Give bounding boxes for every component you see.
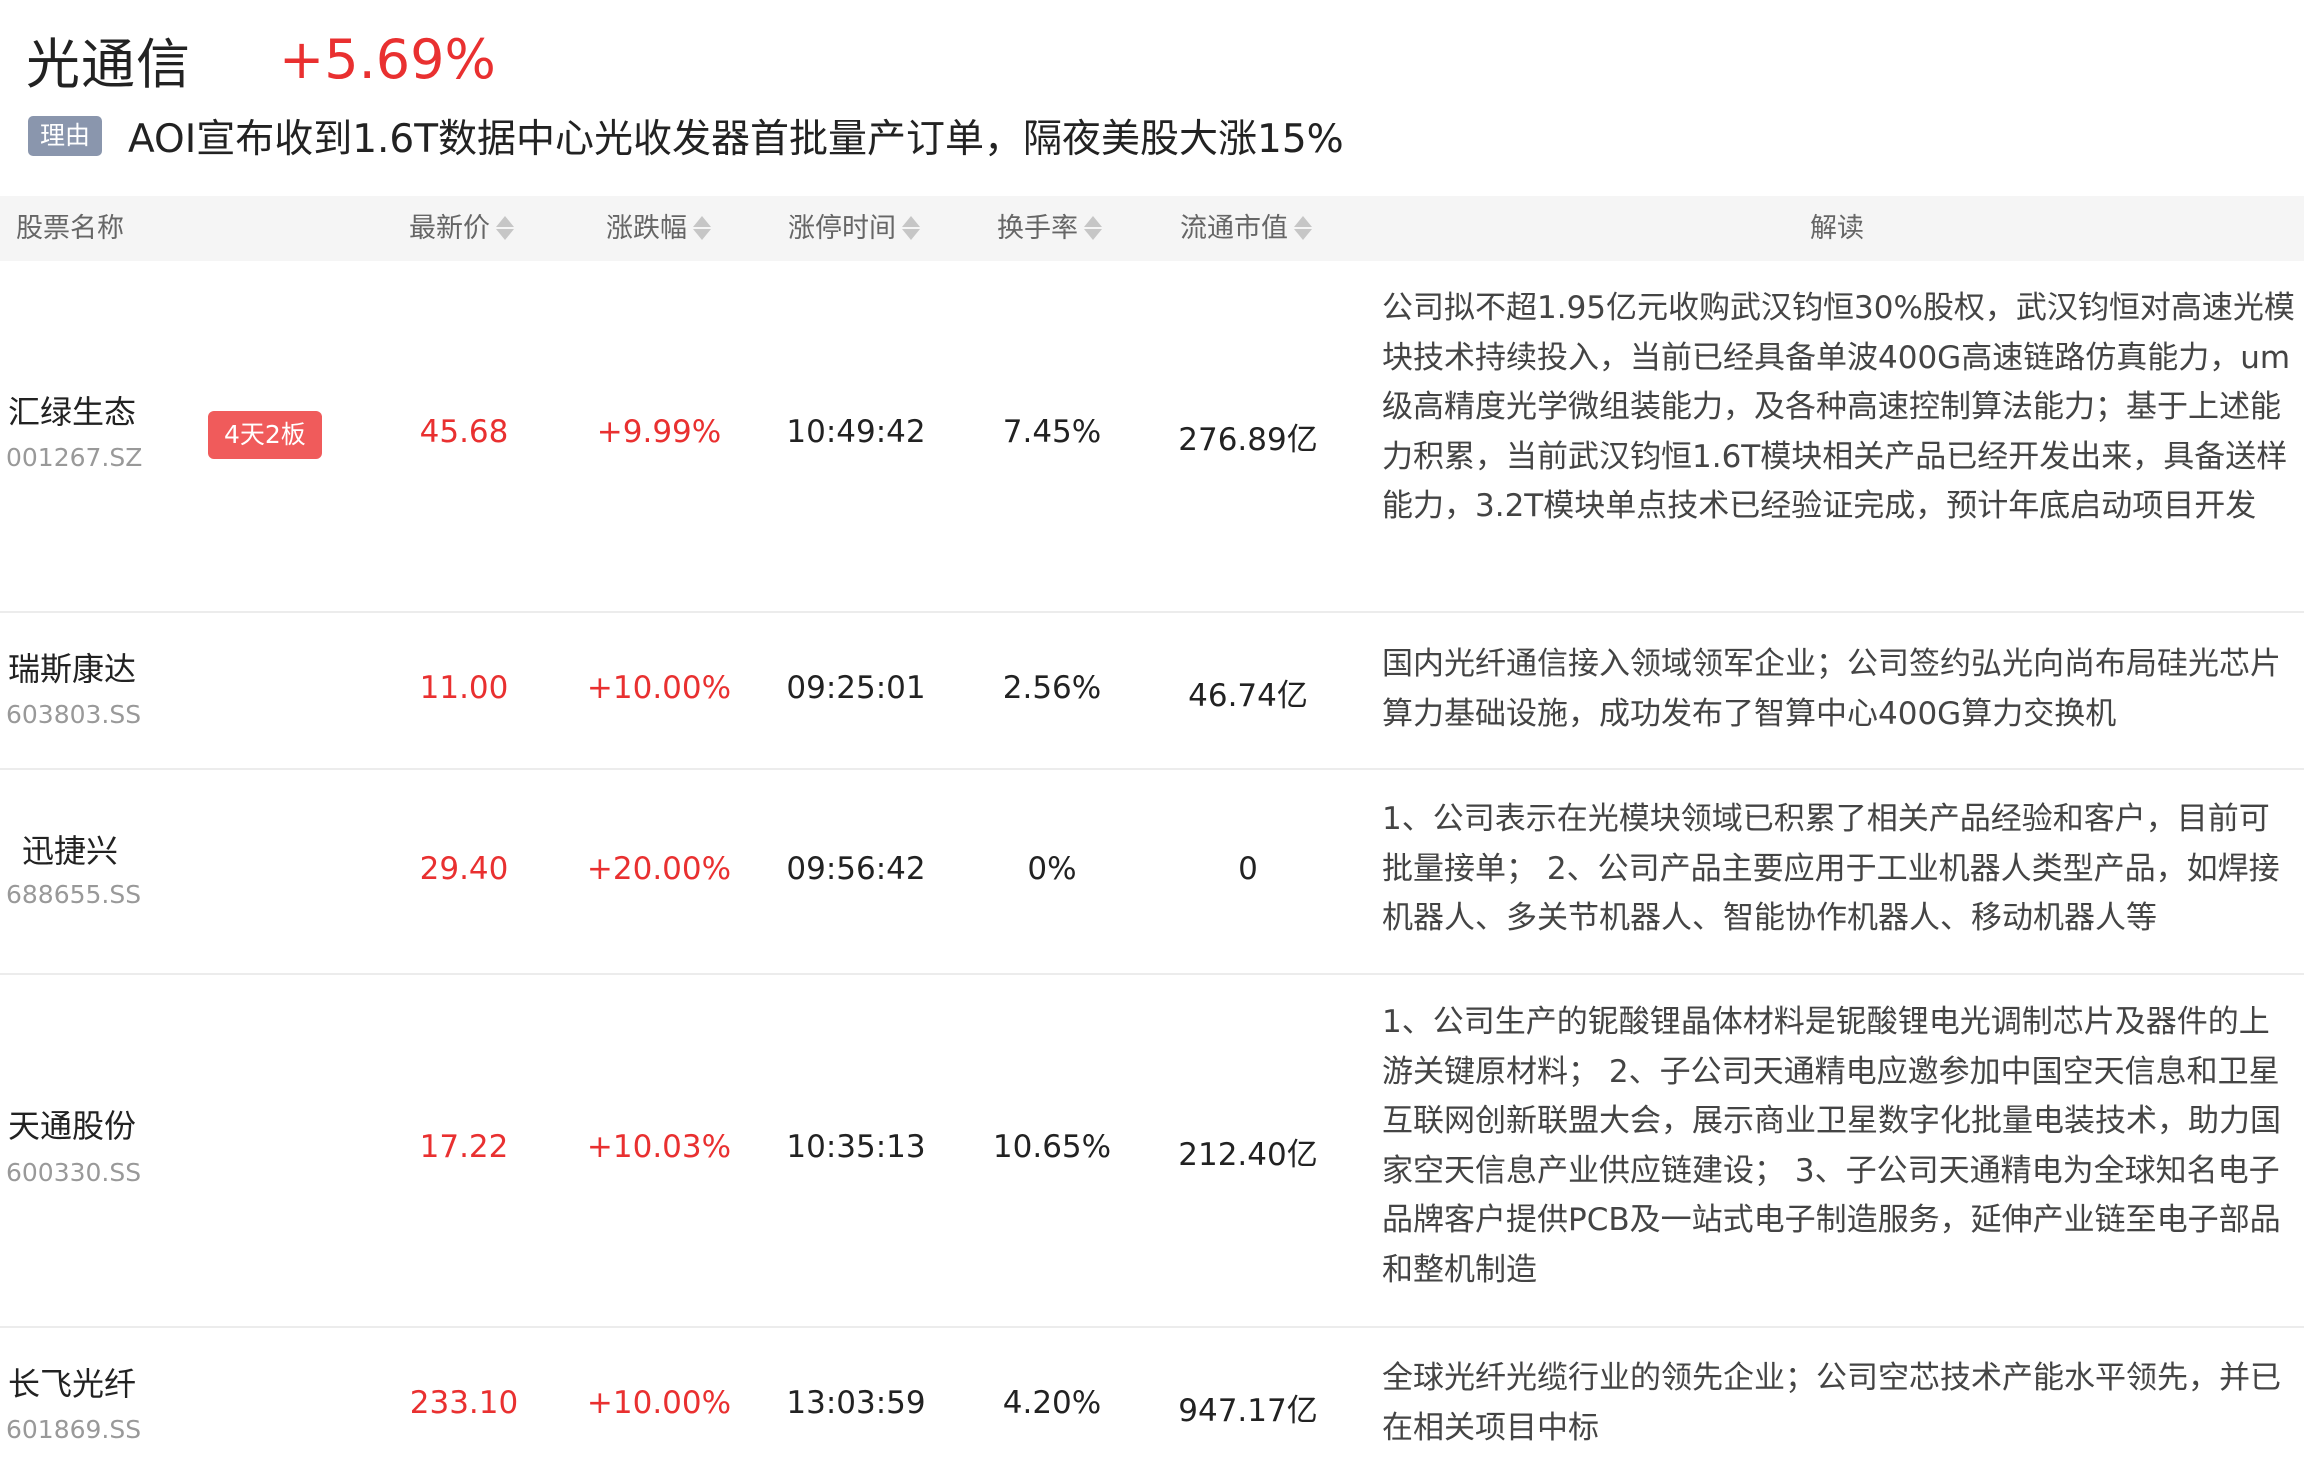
stock-price: 45.68 [419,414,509,450]
header-float-cap-label: 流通市值 [1180,213,1288,244]
sort-icon[interactable] [1292,213,1314,243]
stock-name[interactable]: 瑞斯康达 [8,644,136,690]
limit-time: 10:35:13 [786,1129,926,1165]
header-change-label: 涨跌幅 [606,213,687,244]
stock-analysis: 1、公司生产的铌酸锂晶体材料是铌酸锂电光调制芯片及器件的上游关键原材料； 2、子… [1382,1004,2281,1288]
header-price[interactable]: 最新价 [409,196,516,261]
stock-analysis: 1、公司表示在光模块领域已积累了相关产品经验和客户，目前可批量接单； 2、公司产… [1382,801,2280,937]
float-market-cap: 212.40亿 [1178,1137,1318,1173]
stock-name[interactable]: 天通股份 [8,1101,136,1147]
header-float-cap[interactable]: 流通市值 [1180,196,1314,261]
turnover-rate: 0% [1027,851,1077,887]
sort-icon[interactable] [494,213,516,243]
limit-time: 10:49:42 [786,414,926,450]
float-market-cap: 46.74亿 [1188,678,1308,714]
sector-header: 光通信 +5.69% [26,14,496,104]
sort-icon[interactable] [900,213,922,243]
stock-name[interactable]: 长飞光纤 [8,1359,136,1405]
limit-time: 09:56:42 [786,851,926,887]
stock-change: +9.99% [596,414,722,450]
table-header: 股票名称 最新价 涨跌幅 涨停时间 换手率 流通市值 解读 [0,196,2304,261]
reason-line: 理由 AOI宣布收到1.6T数据中心光收发器首批量产订单，隔夜美股大涨15% [28,108,1344,164]
sector-change: +5.69% [279,27,496,91]
stock-analysis: 全球光纤光缆行业的领先企业；公司空芯技术产能水平领先，并已在相关项目中标 [1382,1360,2281,1446]
stock-analysis: 公司拟不超1.95亿元收购武汉钧恒30%股权，武汉钧恒对高速光模块技术持续投入，… [1382,290,2295,525]
sort-icon[interactable] [1082,213,1104,243]
stock-price: 17.22 [419,1129,509,1165]
header-limit-time-label: 涨停时间 [788,213,896,244]
table-row[interactable]: 长飞光纤 601869.SS 233.10 +10.00% 13:03:59 4… [0,1326,2304,1473]
turnover-rate: 7.45% [1002,414,1102,450]
header-stock-name: 股票名称 [16,213,124,244]
stock-code: 600330.SS [6,1158,142,1187]
stock-change: +10.00% [586,670,732,706]
limit-time: 09:25:01 [786,670,926,706]
header-price-label: 最新价 [409,213,490,244]
stock-name[interactable]: 迅捷兴 [22,826,118,872]
stock-price: 233.10 [409,1385,519,1421]
float-market-cap: 0 [1238,851,1258,887]
float-market-cap: 276.89亿 [1178,422,1318,458]
stock-change: +20.00% [586,851,732,887]
header-turnover-label: 换手率 [997,213,1078,244]
sector-name: 光通信 [26,32,191,96]
stock-code: 603803.SS [6,700,142,729]
stock-price: 11.00 [419,670,509,706]
header-analysis: 解读 [1810,213,1864,244]
stock-name[interactable]: 汇绿生态 [8,387,136,433]
stock-price: 29.40 [419,851,509,887]
header-limit-time[interactable]: 涨停时间 [788,196,922,261]
stock-change: +10.00% [586,1385,732,1421]
reason-tag: 理由 [28,116,103,156]
stock-change: +10.03% [586,1129,732,1165]
stock-code: 688655.SS [6,880,142,909]
turnover-rate: 10.65% [992,1129,1112,1165]
header-change[interactable]: 涨跌幅 [606,196,713,261]
stock-code: 001267.SZ [6,443,143,472]
turnover-rate: 4.20% [1002,1385,1102,1421]
streak-badge: 4天2板 [208,411,322,459]
stock-code: 601869.SS [6,1415,142,1444]
table-row[interactable]: 天通股份 600330.SS 17.22 +10.03% 10:35:13 10… [0,973,2304,1328]
table-row[interactable]: 瑞斯康达 603803.SS 11.00 +10.00% 09:25:01 2.… [0,611,2304,770]
sector-detail-page: 光通信 +5.69% 理由 AOI宣布收到1.6T数据中心光收发器首批量产订单，… [0,0,2304,1473]
header-turnover[interactable]: 换手率 [997,196,1104,261]
reason-text: AOI宣布收到1.6T数据中心光收发器首批量产订单，隔夜美股大涨15% [128,117,1344,162]
sort-icon[interactable] [691,213,713,243]
limit-time: 13:03:59 [786,1385,926,1421]
table-row[interactable]: 汇绿生态 001267.SZ 4天2板 45.68 +9.99% 10:49:4… [0,261,2304,613]
table-row[interactable]: 迅捷兴 688655.SS 29.40 +20.00% 09:56:42 0% … [0,768,2304,975]
stock-analysis: 国内光纤通信接入领域领军企业；公司签约弘光向尚布局硅光芯片算力基础设施，成功发布… [1382,646,2281,732]
turnover-rate: 2.56% [1002,670,1102,706]
float-market-cap: 947.17亿 [1178,1393,1318,1429]
